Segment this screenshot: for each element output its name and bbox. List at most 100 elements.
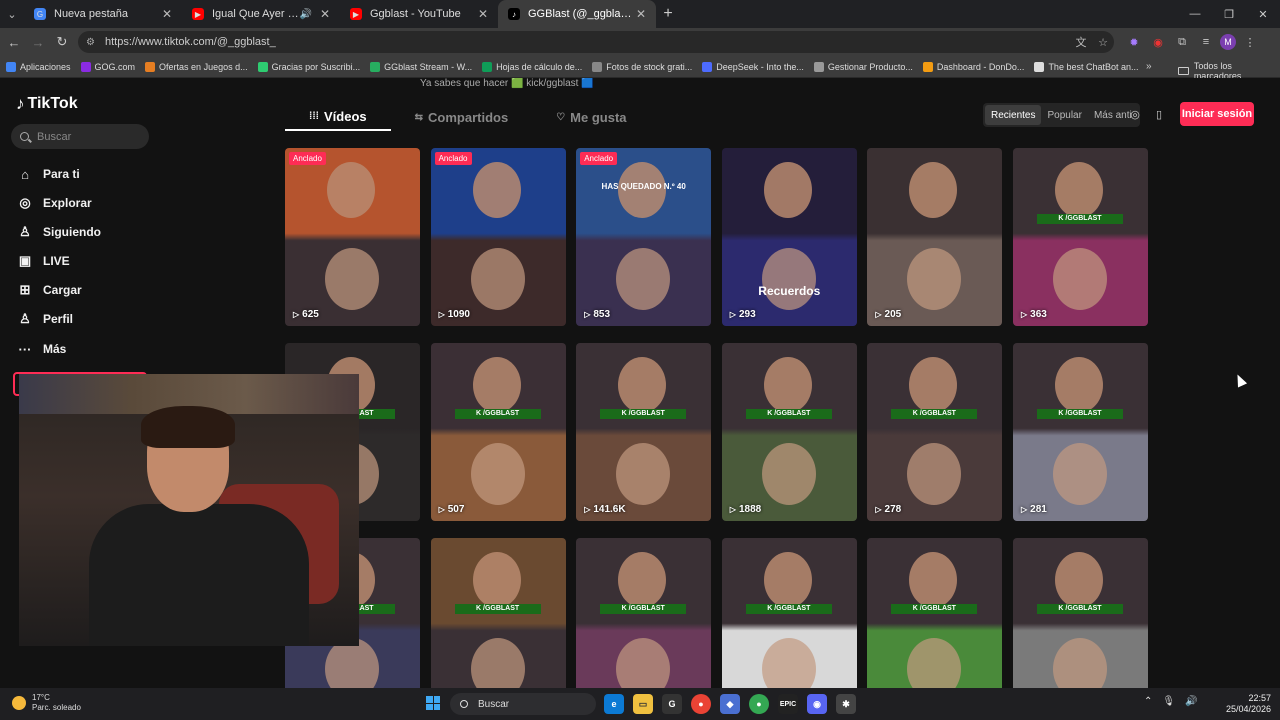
puzzle-icon[interactable]: ⧉ [1172,32,1192,52]
guest-face-thumbnail [907,443,962,505]
close-icon[interactable]: ✕ [476,7,490,21]
reload-icon[interactable]: ↻ [50,30,74,54]
address-bar[interactable]: ⚙ https://www.tiktok.com/@_ggblast_ 文 ☆ [78,31,1114,53]
game-launcher-icon[interactable]: G [662,694,682,714]
login-button[interactable]: Iniciar sesión [1180,102,1254,126]
speaker-icon[interactable]: 🔊 [300,9,312,20]
bookmark-item[interactable]: Aplicaciones [6,61,71,72]
video-card[interactable]: K /GGBLAST ▷ 281 [1013,343,1148,521]
profile-avatar[interactable]: M [1220,34,1236,50]
bookmark-item[interactable]: GGblast Stream - W... [370,61,472,72]
tab-tiktok[interactable]: ♪ GGBlast (@_ggblast_) | TikTok ✕ [498,0,656,28]
tiktok-logo[interactable]: ♪ TikTok [16,94,78,114]
live-icon: ▣ [18,253,32,268]
video-card[interactable]: K /GGBLAST ▷ 141.6K [576,343,712,521]
new-tab-button[interactable]: + [656,0,680,28]
tab-liked[interactable]: ♡ Me gusta [532,104,650,131]
sidebar-item-para-ti[interactable]: ⌂ Para ti [16,164,80,184]
search-input[interactable]: Buscar [11,124,149,149]
sidebar-item-cargar[interactable]: ⊞ Cargar [16,280,82,300]
bookmark-star-icon[interactable]: ☆ [1092,36,1114,49]
sidebar-item-más[interactable]: ··· Más [16,339,67,359]
misc-app-icon[interactable]: ✱ [836,694,856,714]
close-window-icon[interactable]: ✕ [1246,0,1280,28]
close-icon[interactable]: ✕ [634,7,648,21]
bookmark-item[interactable]: Gestionar Producto... [813,61,913,72]
translate-icon[interactable]: 文 [1070,34,1092,50]
video-card[interactable]: Anclado ▷ 1090 [430,148,566,326]
extension-icon[interactable]: ✹ [1124,32,1144,52]
extension-red-icon[interactable]: ◉ [1148,32,1168,52]
video-card[interactable]: K /GGBLAST [1013,538,1148,688]
site-info-icon[interactable]: ⚙ [86,37,95,48]
edge-icon[interactable]: e [604,694,624,714]
clock[interactable]: 22:57 25/04/2026 [1226,693,1271,715]
kebab-menu-icon[interactable]: ⋮ [1240,32,1260,52]
tab-shared[interactable]: ⇆ Compartidos [391,104,533,131]
video-card[interactable]: K /GGBLAST [867,538,1003,688]
sort-popular[interactable]: Popular [1041,105,1087,125]
forward-icon[interactable]: → [26,30,50,54]
tab-youtube-igual[interactable]: ▶ Igual Que Ayer - YouTube 🔊 ✕ [182,0,340,28]
compass-icon[interactable]: ◎ [1126,104,1144,124]
tab-youtube-ggblast[interactable]: ▶ Ggblast - YouTube ✕ [340,0,498,28]
chrome-profile-icon[interactable]: ● [749,694,769,714]
sidebar-item-explorar[interactable]: ◎ Explorar [16,193,91,213]
minimize-icon[interactable]: — [1178,0,1212,28]
tab-new[interactable]: G Nueva pestaña ✕ [24,0,182,28]
more-bookmarks-icon[interactable]: » [1146,61,1152,72]
kick-tag: K /GGBLAST [745,409,832,419]
video-card[interactable]: K /GGBLAST [576,538,712,688]
tab-videos[interactable]: ⁞⁞⁞ Vídeos [285,104,391,131]
close-icon[interactable]: ✕ [318,7,332,21]
sidebar-item-live[interactable]: ▣ LIVE [16,251,70,271]
mobile-icon[interactable]: ▯ [1150,104,1168,124]
video-card[interactable]: K /GGBLAST ▷ 1888 [721,343,857,521]
kick-tag: K /GGBLAST [891,604,978,614]
back-icon[interactable]: ← [2,30,26,54]
file-explorer-icon[interactable]: ▭ [633,694,653,714]
video-card[interactable]: K /GGBLAST ▷ 507 [430,343,566,521]
bookmark-item[interactable]: GOG.com [80,61,135,72]
taskbar-search[interactable]: Buscar [450,693,596,715]
profile-icon: ♙ [19,311,31,326]
tab-search-button[interactable]: ⌄ [0,0,24,28]
video-card[interactable]: Anclado ▷ 625 [285,148,420,326]
media-icon[interactable]: ≡ [1196,32,1216,52]
bookmark-item[interactable]: Ofertas en Juegos d... [145,61,248,72]
url-text[interactable]: https://www.tiktok.com/@_ggblast_ [105,36,1070,48]
weather-widget[interactable]: 17°C Parc. soleado [12,693,81,713]
volume-icon[interactable]: 🔊 [1185,696,1197,707]
bookmark-item[interactable]: Dashboard - DonDo... [922,61,1024,72]
video-card[interactable]: K /GGBLAST ▷ 363 [1013,148,1148,326]
tab-title: GGBlast (@_ggblast_) | TikTok [528,8,634,20]
video-card[interactable]: K /GGBLAST ▷ 278 [867,343,1003,521]
sidebar-item-siguiendo[interactable]: ♙ Siguiendo [16,222,101,242]
sidebar-item-perfil[interactable]: ♙ Perfil [16,309,73,329]
discord-icon[interactable]: ◉ [807,694,827,714]
guest-face-thumbnail [761,443,816,505]
bookmark-item[interactable]: Gracias por Suscribi... [257,61,360,72]
sort-recent[interactable]: Recientes [985,105,1042,125]
app-icon[interactable]: ◆ [720,694,740,714]
video-card[interactable]: ▷ 205 [867,148,1003,326]
video-card[interactable]: K /GGBLAST [430,538,566,688]
epic-games-icon[interactable]: EPIC [778,694,798,714]
windows-start-icon[interactable] [426,696,440,710]
weather-desc: Parc. soleado [32,703,81,712]
chrome-icon[interactable]: ● [691,694,711,714]
profile-tabs: ⁞⁞⁞ Vídeos ⇆ Compartidos ♡ Me gusta [285,104,651,131]
bookmark-item[interactable]: DeepSeek - Into the... [702,61,804,72]
close-icon[interactable]: ✕ [160,7,174,21]
streamer-face-thumbnail [763,162,812,218]
chevron-up-icon[interactable]: ⌃ [1144,696,1152,707]
maximize-icon[interactable]: ❐ [1212,0,1246,28]
video-card[interactable]: HAS QUEDADO N.º 40 Anclado ▷ 853 [576,148,712,326]
bookmark-item[interactable]: Hojas de cálculo de... [482,61,582,72]
microphone-icon[interactable]: 🎙 [1162,696,1175,707]
video-card[interactable]: K /GGBLAST [721,538,857,688]
youtube-icon: ▶ [350,8,362,20]
video-card[interactable]: Recuerdos ▷ 293 [721,148,857,326]
bookmark-item[interactable]: The best ChatBot an... [1034,61,1139,72]
bookmark-item[interactable]: Fotos de stock grati... [592,61,692,72]
